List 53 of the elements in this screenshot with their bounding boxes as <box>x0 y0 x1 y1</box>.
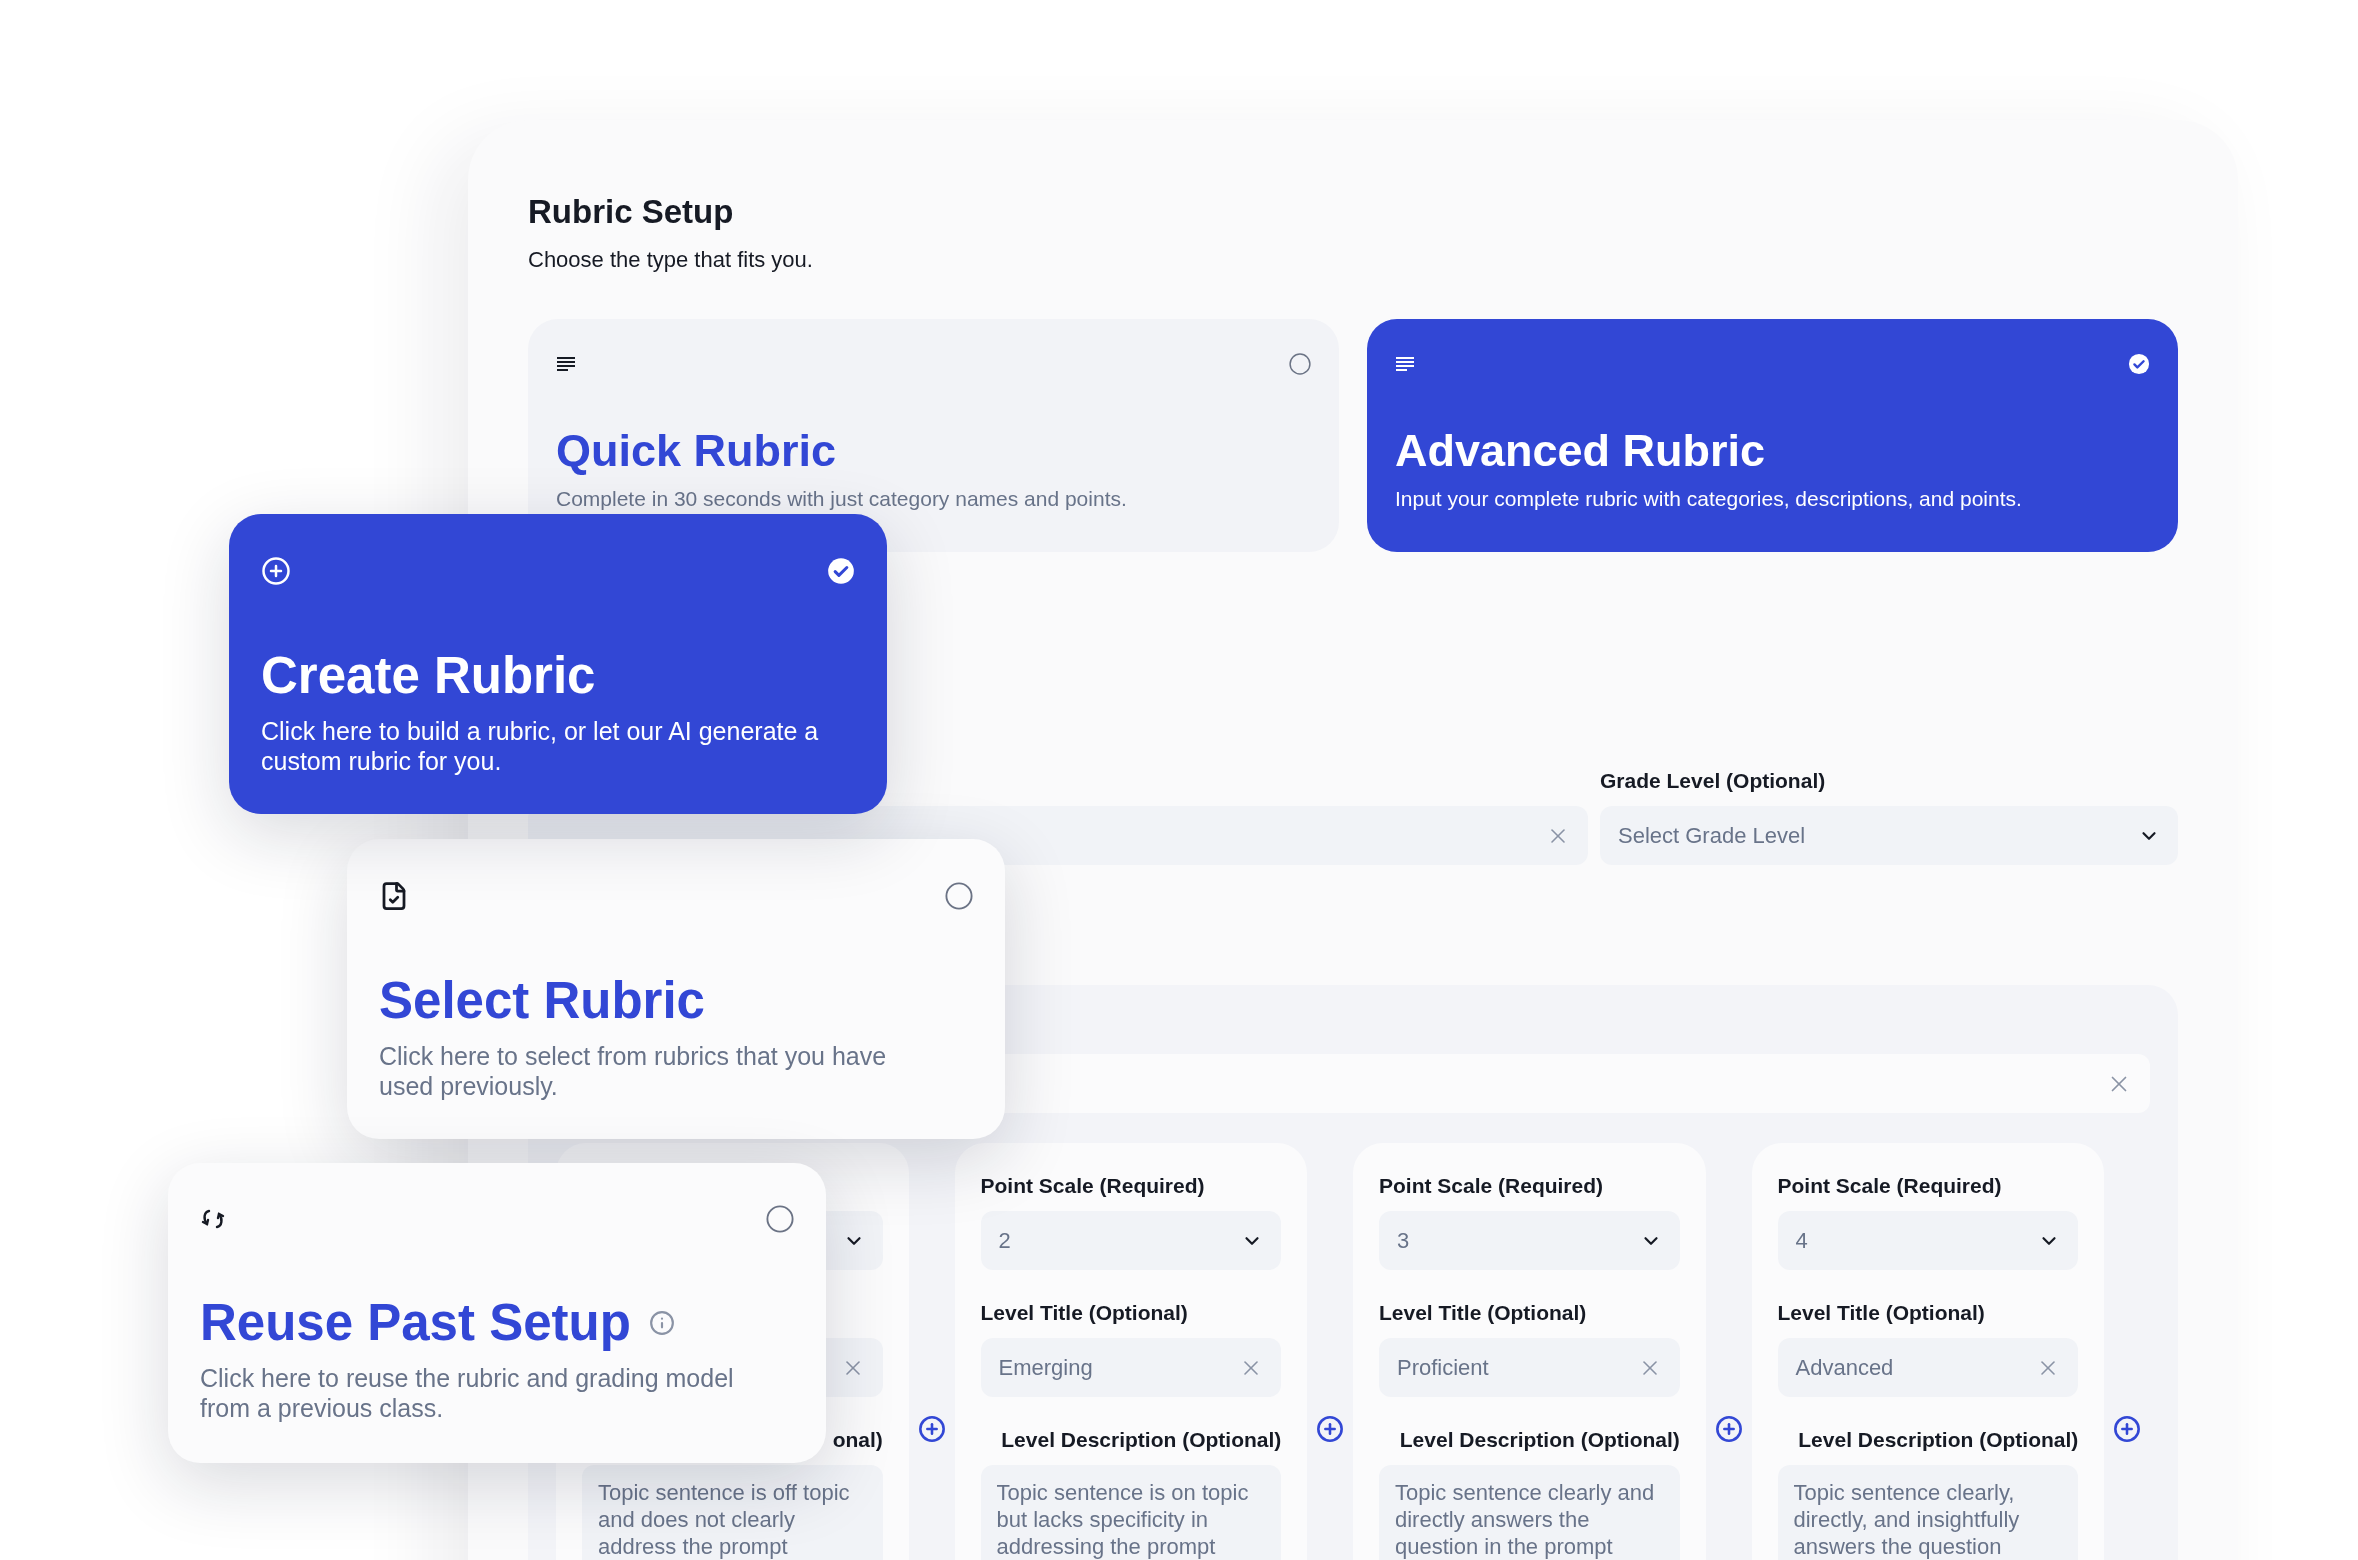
field-label: Level Title (Optional) <box>1379 1300 1587 1326</box>
add-level-button[interactable] <box>1714 1415 1743 1443</box>
field-label: Point Scale (Required) <box>1777 1173 2002 1199</box>
level-description-field[interactable]: Topic sentence clearly, directly, and insightfully answers the question <box>1777 1465 2079 1560</box>
card-title: Advanced Rubric <box>1395 425 1766 477</box>
point-scale-dropdown[interactable]: 3 <box>1379 1211 1680 1270</box>
radio-button[interactable] <box>766 1205 794 1233</box>
level-description-field[interactable]: Topic sentence is off topic and does not clearly address the prompt <box>582 1465 883 1560</box>
setup-option-dialog[interactable]: Select Rubric Click here to select from rubrics that you have used previously. <box>347 839 1005 1139</box>
level-title-field[interactable]: Emerging <box>980 1338 1282 1397</box>
text-lines-icon <box>1395 356 1415 372</box>
text-lines-icon <box>556 356 576 372</box>
checked-radio[interactable] <box>827 557 855 585</box>
card-description: Click here to select from rubrics that you have used previously. <box>379 1041 888 1101</box>
panel-title: Rubric Setup <box>528 192 735 232</box>
panel-subtitle: Choose the type that fits you. <box>528 246 814 274</box>
level-title-field[interactable]: Proficient <box>1379 1338 1680 1397</box>
point-scale-dropdown[interactable]: 2 <box>980 1211 1282 1270</box>
field-label: Point Scale (Required) <box>1379 1173 1604 1199</box>
checked-radio[interactable] <box>2128 353 2150 375</box>
card-title: Quick Rubric <box>556 425 837 477</box>
card-title: Reuse Past Setup <box>200 1293 631 1353</box>
refresh-icon <box>200 1207 226 1231</box>
add-level-button[interactable] <box>2113 1415 2142 1443</box>
field-label: Level Title (Optional) <box>1777 1300 1985 1326</box>
level-description-field[interactable]: Topic sentence clearly and directly answers the question in the prompt <box>1379 1465 1680 1560</box>
field-label: Point Scale (Required) <box>980 1173 1205 1199</box>
field-label: onal) <box>832 1427 883 1453</box>
card-description: Click here to build a rubric, or let our AI generate a custom rubric for you. <box>261 716 820 776</box>
point-scale-dropdown[interactable]: 4 <box>1777 1211 2079 1270</box>
field-label: Level Title (Optional) <box>980 1300 1188 1326</box>
field-label: Level Description (Optional) <box>1001 1427 1282 1453</box>
level-title-field[interactable]: Advanced <box>1777 1338 2079 1397</box>
card-description: Click here to reuse the rubric and grading model from a previous class. <box>200 1363 735 1423</box>
plus-circle-icon <box>261 556 291 586</box>
setup-option-dialog[interactable]: Create Rubric Click here to build a rubric, or let our AI generate a custom rubric for you. <box>229 514 887 814</box>
field-label: Level Description (Optional) <box>1399 1427 1680 1453</box>
add-level-button[interactable] <box>917 1415 946 1443</box>
field-label: Grade Level (Optional) <box>1600 768 1826 794</box>
field-label: Level Description (Optional) <box>1798 1427 2079 1453</box>
card-description: Input your complete rubric with categories, descriptions, and points. <box>1395 486 2022 512</box>
info-icon[interactable] <box>648 1310 675 1336</box>
radio-button[interactable] <box>945 882 973 910</box>
grade-level-dropdown[interactable]: Select Grade Level <box>1600 806 2178 865</box>
level-description-field[interactable]: Topic sentence is on topic but lacks specificity in addressing the prompt <box>980 1465 1282 1560</box>
setup-option-dialog[interactable]: Reuse Past Setup Click here to reuse the rubric and grading model from a previous class. <box>168 1163 826 1463</box>
rubric-type-card[interactable]: Advanced Rubric Input your complete rubric with categories, descriptions, and points. <box>1367 319 2178 552</box>
card-description: Complete in 30 seconds with just category names and points. <box>556 486 1127 512</box>
card-title: Select Rubric <box>379 971 705 1031</box>
add-level-button[interactable] <box>1316 1415 1345 1443</box>
card-title: Create Rubric <box>261 646 596 706</box>
rubric-type-card[interactable]: Quick Rubric Complete in 30 seconds with just category names and points. <box>528 319 1339 552</box>
radio-button[interactable] <box>1289 353 1311 375</box>
